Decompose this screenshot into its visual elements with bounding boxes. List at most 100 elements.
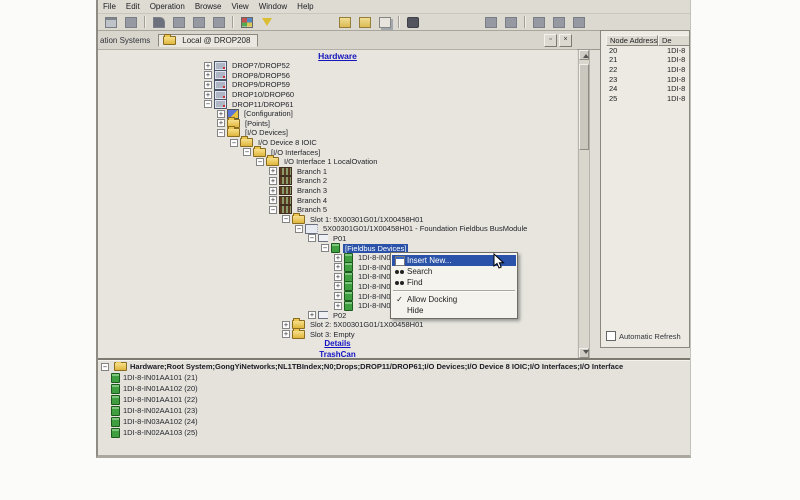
filter-button[interactable] — [258, 14, 276, 30]
expander-icon[interactable]: + — [334, 292, 342, 300]
tree-item[interactable]: −Branch 5 — [98, 205, 577, 215]
list-item[interactable]: 1DI-8-IN01AA101 (22) — [111, 394, 690, 405]
tree-item[interactable]: +Branch 3 — [98, 186, 577, 196]
close-pane-button[interactable]: × — [559, 34, 572, 47]
properties-button[interactable] — [482, 14, 500, 30]
expander-icon[interactable]: + — [334, 282, 342, 290]
list-item[interactable]: 1DI-8-IN01AA101 (21) — [111, 372, 690, 383]
tree-scrollbar[interactable] — [578, 50, 590, 358]
table-row[interactable]: 241DI-8 — [606, 84, 690, 94]
print-button[interactable] — [102, 14, 120, 30]
expander-icon[interactable]: − — [295, 225, 303, 233]
tab-local-drop208[interactable]: Local @ DROP208 — [158, 34, 258, 47]
expander-icon[interactable]: − — [269, 206, 277, 214]
expander-icon[interactable]: − — [204, 100, 212, 108]
expander-icon[interactable]: + — [282, 330, 290, 338]
menu-browse[interactable]: Browse — [190, 2, 227, 11]
dock-button[interactable]: ▫ — [544, 34, 557, 47]
undo-button[interactable] — [150, 14, 168, 30]
expander-icon[interactable]: + — [217, 110, 225, 118]
palette-button[interactable] — [238, 14, 256, 30]
expander-icon[interactable]: + — [269, 167, 277, 175]
expander-icon[interactable]: + — [204, 81, 212, 89]
tree-item[interactable]: −I/O Device 8 IOIC — [98, 138, 577, 148]
hardware-path-row[interactable]: − Hardware;Root System;GongYiNetworks;NL… — [98, 362, 690, 371]
context-menu-item-find[interactable]: Find — [392, 277, 516, 288]
tree-item[interactable]: −DROP11/DROP61 — [98, 99, 577, 109]
expander-icon[interactable]: + — [334, 302, 342, 310]
open-item-button[interactable] — [356, 14, 374, 30]
expander-icon[interactable]: + — [308, 311, 316, 319]
tree-item[interactable]: −[I/O Interfaces] — [98, 147, 577, 157]
menu-window[interactable]: Window — [254, 2, 292, 11]
expander-icon[interactable]: − — [321, 244, 329, 252]
list-item[interactable]: 1DI-8-IN01AA102 (20) — [111, 383, 690, 394]
tree-item[interactable]: −P01 — [98, 234, 577, 244]
menu-edit[interactable]: Edit — [121, 2, 145, 11]
list-item[interactable]: 1DI-8-IN02AA101 (23) — [111, 405, 690, 416]
expander-icon[interactable]: + — [269, 177, 277, 185]
expander-icon[interactable]: − — [101, 363, 109, 371]
expander-icon[interactable]: − — [217, 129, 225, 137]
expander-icon[interactable]: − — [243, 148, 251, 156]
tree-item[interactable]: +Slot 3: Empty — [98, 330, 577, 340]
expander-icon[interactable]: + — [334, 254, 342, 262]
expander-icon[interactable]: + — [204, 91, 212, 99]
expander-icon[interactable]: − — [282, 215, 290, 223]
scroll-up-icon[interactable] — [579, 50, 589, 60]
delete-button[interactable] — [502, 14, 520, 30]
automatic-refresh-checkbox[interactable] — [606, 331, 616, 341]
table-row[interactable]: 251DI-8 — [606, 94, 690, 104]
copy-button[interactable] — [190, 14, 208, 30]
menu-view[interactable]: View — [227, 2, 254, 11]
table-row[interactable]: 201DI-8 — [606, 46, 690, 56]
expander-icon[interactable]: + — [269, 196, 277, 204]
menu-help[interactable]: Help — [292, 2, 318, 11]
context-menu-item-allow-docking[interactable]: ✓Allow Docking — [392, 294, 516, 305]
cut-button[interactable] — [170, 14, 188, 30]
window-layout-button[interactable] — [530, 14, 548, 30]
column-header-node-address[interactable]: Node Address — [606, 35, 658, 46]
expander-icon[interactable]: − — [256, 158, 264, 166]
paste-button[interactable] — [210, 14, 228, 30]
column-header-device[interactable]: De — [658, 35, 690, 46]
tree-item[interactable]: +DROP8/DROP56 — [98, 71, 577, 81]
tree-item[interactable]: +Branch 4 — [98, 195, 577, 205]
new-item-button[interactable] — [336, 14, 354, 30]
details-link[interactable]: Details — [98, 339, 577, 350]
tree-item[interactable]: −I/O Interface 1 LocalOvation — [98, 157, 577, 167]
scrollbar-thumb[interactable] — [579, 64, 589, 150]
refresh-button[interactable] — [570, 14, 588, 30]
tree-item[interactable]: +[Points] — [98, 119, 577, 129]
expander-icon[interactable]: + — [217, 119, 225, 127]
tree-item[interactable]: −Slot 1: 5X00301G01/1X00458H01 — [98, 215, 577, 225]
tree-item[interactable]: −[I/O Devices] — [98, 128, 577, 138]
list-item[interactable]: 1DI-8-IN03AA102 (24) — [111, 416, 690, 427]
table-row[interactable]: 221DI-8 — [606, 65, 690, 75]
expander-icon[interactable]: + — [204, 71, 212, 79]
menu-file[interactable]: File — [98, 2, 121, 11]
tree-item[interactable]: +[Configuration] — [98, 109, 577, 119]
expander-icon[interactable]: − — [230, 139, 238, 147]
camera-button[interactable] — [404, 14, 422, 30]
tree-item[interactable]: −5X00301G01/1X00458H01 - Foundation Fiel… — [98, 224, 577, 234]
expander-icon[interactable]: + — [204, 62, 212, 70]
grid-view-button[interactable] — [550, 14, 568, 30]
tree-item[interactable]: +DROP10/DROP60 — [98, 90, 577, 100]
tree-item[interactable]: +Branch 2 — [98, 176, 577, 186]
tree-item[interactable]: +DROP9/DROP59 — [98, 80, 577, 90]
tree-item[interactable]: +Slot 2: 5X00301G01/1X00458H01 — [98, 320, 577, 330]
preview-button[interactable] — [122, 14, 140, 30]
context-menu-item-hide[interactable]: Hide — [392, 305, 516, 316]
menu-operation[interactable]: Operation — [145, 2, 190, 11]
expander-icon[interactable]: + — [334, 263, 342, 271]
scroll-down-icon[interactable] — [579, 348, 589, 358]
expander-icon[interactable]: + — [282, 321, 290, 329]
tree-item[interactable]: +DROP7/DROP52 — [98, 61, 577, 71]
table-row[interactable]: 231DI-8 — [606, 74, 690, 84]
list-item[interactable]: 1DI-8-IN02AA103 (25) — [111, 427, 690, 438]
duplicate-button[interactable] — [376, 14, 394, 30]
expander-icon[interactable]: + — [269, 187, 277, 195]
expander-icon[interactable]: + — [334, 273, 342, 281]
expander-icon[interactable]: − — [308, 234, 316, 242]
